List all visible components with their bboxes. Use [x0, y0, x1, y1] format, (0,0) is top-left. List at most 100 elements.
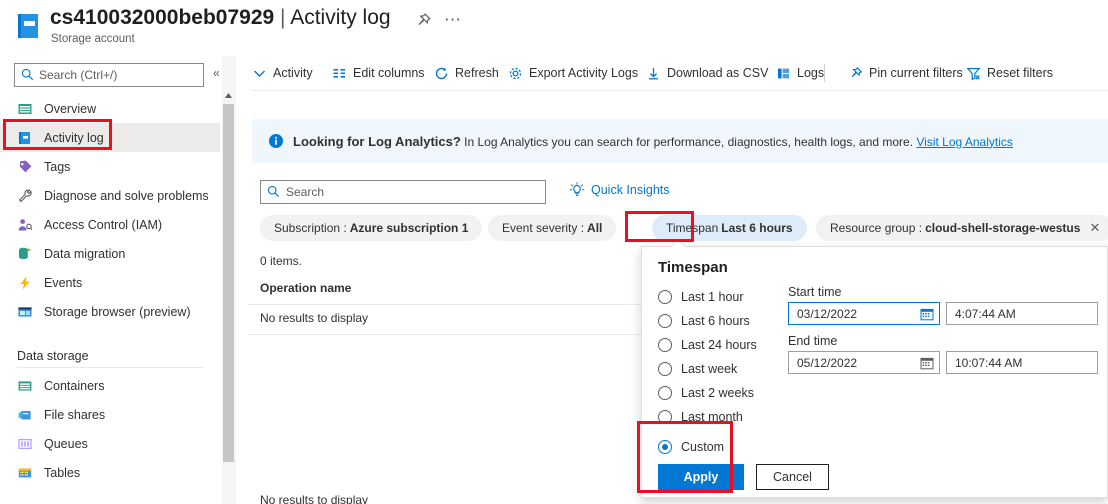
sidebar-item-tables[interactable]: Tables [0, 458, 220, 487]
download-icon [649, 67, 658, 79]
radio-last-week[interactable]: Last week [658, 357, 788, 381]
sidebar-item-events[interactable]: Events [0, 268, 220, 297]
start-date-input[interactable]: 03/12/2022 [788, 302, 940, 325]
sidebar-item-overview[interactable]: Overview [0, 94, 220, 123]
apply-button[interactable]: Apply [658, 464, 744, 490]
quick-insights-button[interactable]: Quick Insights [569, 182, 670, 198]
radio-custom[interactable]: Custom [658, 435, 788, 459]
close-icon[interactable]: ✕ [1089, 220, 1100, 236]
flyout-title: Timespan [658, 259, 728, 276]
ellipsis-icon[interactable]: ⋯ [444, 10, 462, 30]
sidebar-item-label: Containers [44, 378, 105, 393]
filter-pill-resource-group[interactable]: Resource group : cloud-shell-storage-wes… [816, 215, 1108, 241]
sidebar-item-label: Overview [44, 101, 97, 116]
pill-value: All [587, 221, 603, 235]
sidebar-scrollbar-thumb[interactable] [223, 104, 234, 462]
page-title: cs410032000beb07929 | Activity log [50, 5, 391, 31]
radio-label: Last month [681, 410, 743, 424]
command-bar-divider [824, 64, 825, 82]
command-download-csv[interactable]: Download as CSV [646, 62, 768, 84]
banner-bold-text: Looking for Log Analytics? [293, 133, 461, 149]
start-time-input[interactable]: 4:07:44 AM [946, 302, 1098, 325]
command-refresh[interactable]: Refresh [434, 62, 499, 84]
calendar-icon[interactable] [920, 356, 934, 370]
sidebar-item-label: Queues [44, 436, 88, 451]
radio-icon [658, 338, 672, 352]
sidebar-item-label: Events [44, 275, 83, 290]
sidebar-item-data-migration[interactable]: Data migration [0, 239, 220, 268]
radio-label: Last week [681, 362, 738, 376]
activity-search-input[interactable] [260, 180, 546, 204]
page-name: Activity log [290, 6, 391, 29]
pill-value: cloud-shell-storage-westus [925, 221, 1081, 235]
filter-pill-timespan[interactable]: Timespan Last 6 hours [652, 215, 807, 241]
reset-filters-icon [966, 67, 981, 80]
azure-portal-activity-log-page: cs410032000beb07929 | Activity log Stora… [0, 0, 1108, 504]
command-logs[interactable]: Logs [776, 62, 824, 84]
quick-insights-label: Quick Insights [591, 183, 670, 197]
chevron-double-left-icon[interactable]: « [213, 66, 220, 80]
activity-search-wrapper [260, 180, 546, 204]
visit-log-analytics-link[interactable]: Visit Log Analytics [916, 135, 1013, 149]
title-separator: | [280, 6, 286, 29]
pin-icon[interactable] [414, 12, 432, 30]
sidebar-item-label: Tables [44, 465, 81, 480]
radio-last-month[interactable]: Last month [658, 405, 788, 429]
overview-icon [18, 103, 32, 114]
scroll-up-arrow-icon[interactable] [224, 92, 233, 99]
pill-key: Timespan [666, 221, 719, 235]
command-bar-rule [252, 90, 1108, 91]
command-edit-columns[interactable]: Edit columns [332, 62, 425, 84]
end-date-input[interactable]: 05/12/2022 [788, 351, 940, 374]
calendar-icon[interactable] [920, 307, 934, 321]
radio-icon [658, 314, 672, 328]
command-label: Export Activity Logs [529, 66, 639, 80]
sidebar-item-diagnose[interactable]: Diagnose and solve problems [0, 181, 220, 210]
sidebar-item-activity-log[interactable]: Activity log [0, 123, 220, 152]
containers-icon [18, 380, 32, 391]
column-header-operation-name[interactable]: Operation name [260, 281, 351, 295]
sidebar-item-queues[interactable]: Queues [0, 429, 220, 458]
log-analytics-banner: Looking for Log Analytics? In Log Analyt… [252, 119, 1108, 163]
lightbulb-icon [569, 182, 585, 196]
radio-last-1-hour[interactable]: Last 1 hour [658, 285, 788, 309]
radio-label: Last 1 hour [681, 290, 744, 304]
end-time-input[interactable]: 10:07:44 AM [946, 351, 1098, 374]
sidebar-item-tags[interactable]: Tags [0, 152, 220, 181]
sidebar-item-access-control[interactable]: Access Control (IAM) [0, 210, 220, 239]
pill-key: Resource group : [830, 221, 923, 235]
command-activity[interactable]: Activity [252, 62, 313, 84]
command-export-activity-logs[interactable]: Export Activity Logs [508, 62, 638, 84]
radio-label: Last 24 hours [681, 338, 757, 352]
sidebar-item-storage-browser[interactable]: Storage browser (preview) [0, 297, 220, 326]
sidebar-item-label: File shares [44, 407, 106, 422]
radio-last-6-hours[interactable]: Last 6 hours [658, 309, 788, 333]
sidebar-search-input[interactable] [14, 63, 204, 87]
radio-last-24-hours[interactable]: Last 24 hours [658, 333, 788, 357]
pill-value: Azure subscription 1 [349, 221, 469, 235]
events-bolt-icon [20, 275, 30, 290]
timespan-radio-group: Last 1 hour Last 6 hours Last 24 hours L… [658, 285, 788, 459]
command-label: Activity [273, 66, 313, 80]
sidebar-item-file-shares[interactable]: File shares [0, 400, 220, 429]
cancel-button[interactable]: Cancel [756, 464, 829, 490]
wrench-icon [18, 188, 32, 202]
command-pin-current-filters[interactable]: Pin current filters [848, 62, 963, 84]
pill-key: Event severity : [502, 221, 585, 235]
end-date-value: 05/12/2022 [797, 355, 858, 370]
file-shares-icon [18, 410, 31, 419]
command-label: Refresh [455, 66, 499, 80]
radio-label: Last 6 hours [681, 314, 750, 328]
info-icon [269, 134, 283, 148]
filter-pill-subscription[interactable]: Subscription : Azure subscription 1 [260, 215, 483, 241]
storage-account-icon [18, 14, 38, 38]
command-reset-filters[interactable]: Reset filters [966, 62, 1053, 84]
data-migration-icon [19, 247, 32, 259]
pill-key: Subscription : [274, 221, 347, 235]
tables-icon [18, 468, 32, 477]
no-results-text-secondary: No results to display [260, 493, 369, 504]
filter-pill-event-severity[interactable]: Event severity : All [488, 215, 617, 241]
radio-last-2-weeks[interactable]: Last 2 weeks [658, 381, 788, 405]
sidebar-item-label: Tags [44, 159, 71, 174]
sidebar-item-containers[interactable]: Containers [0, 371, 220, 400]
